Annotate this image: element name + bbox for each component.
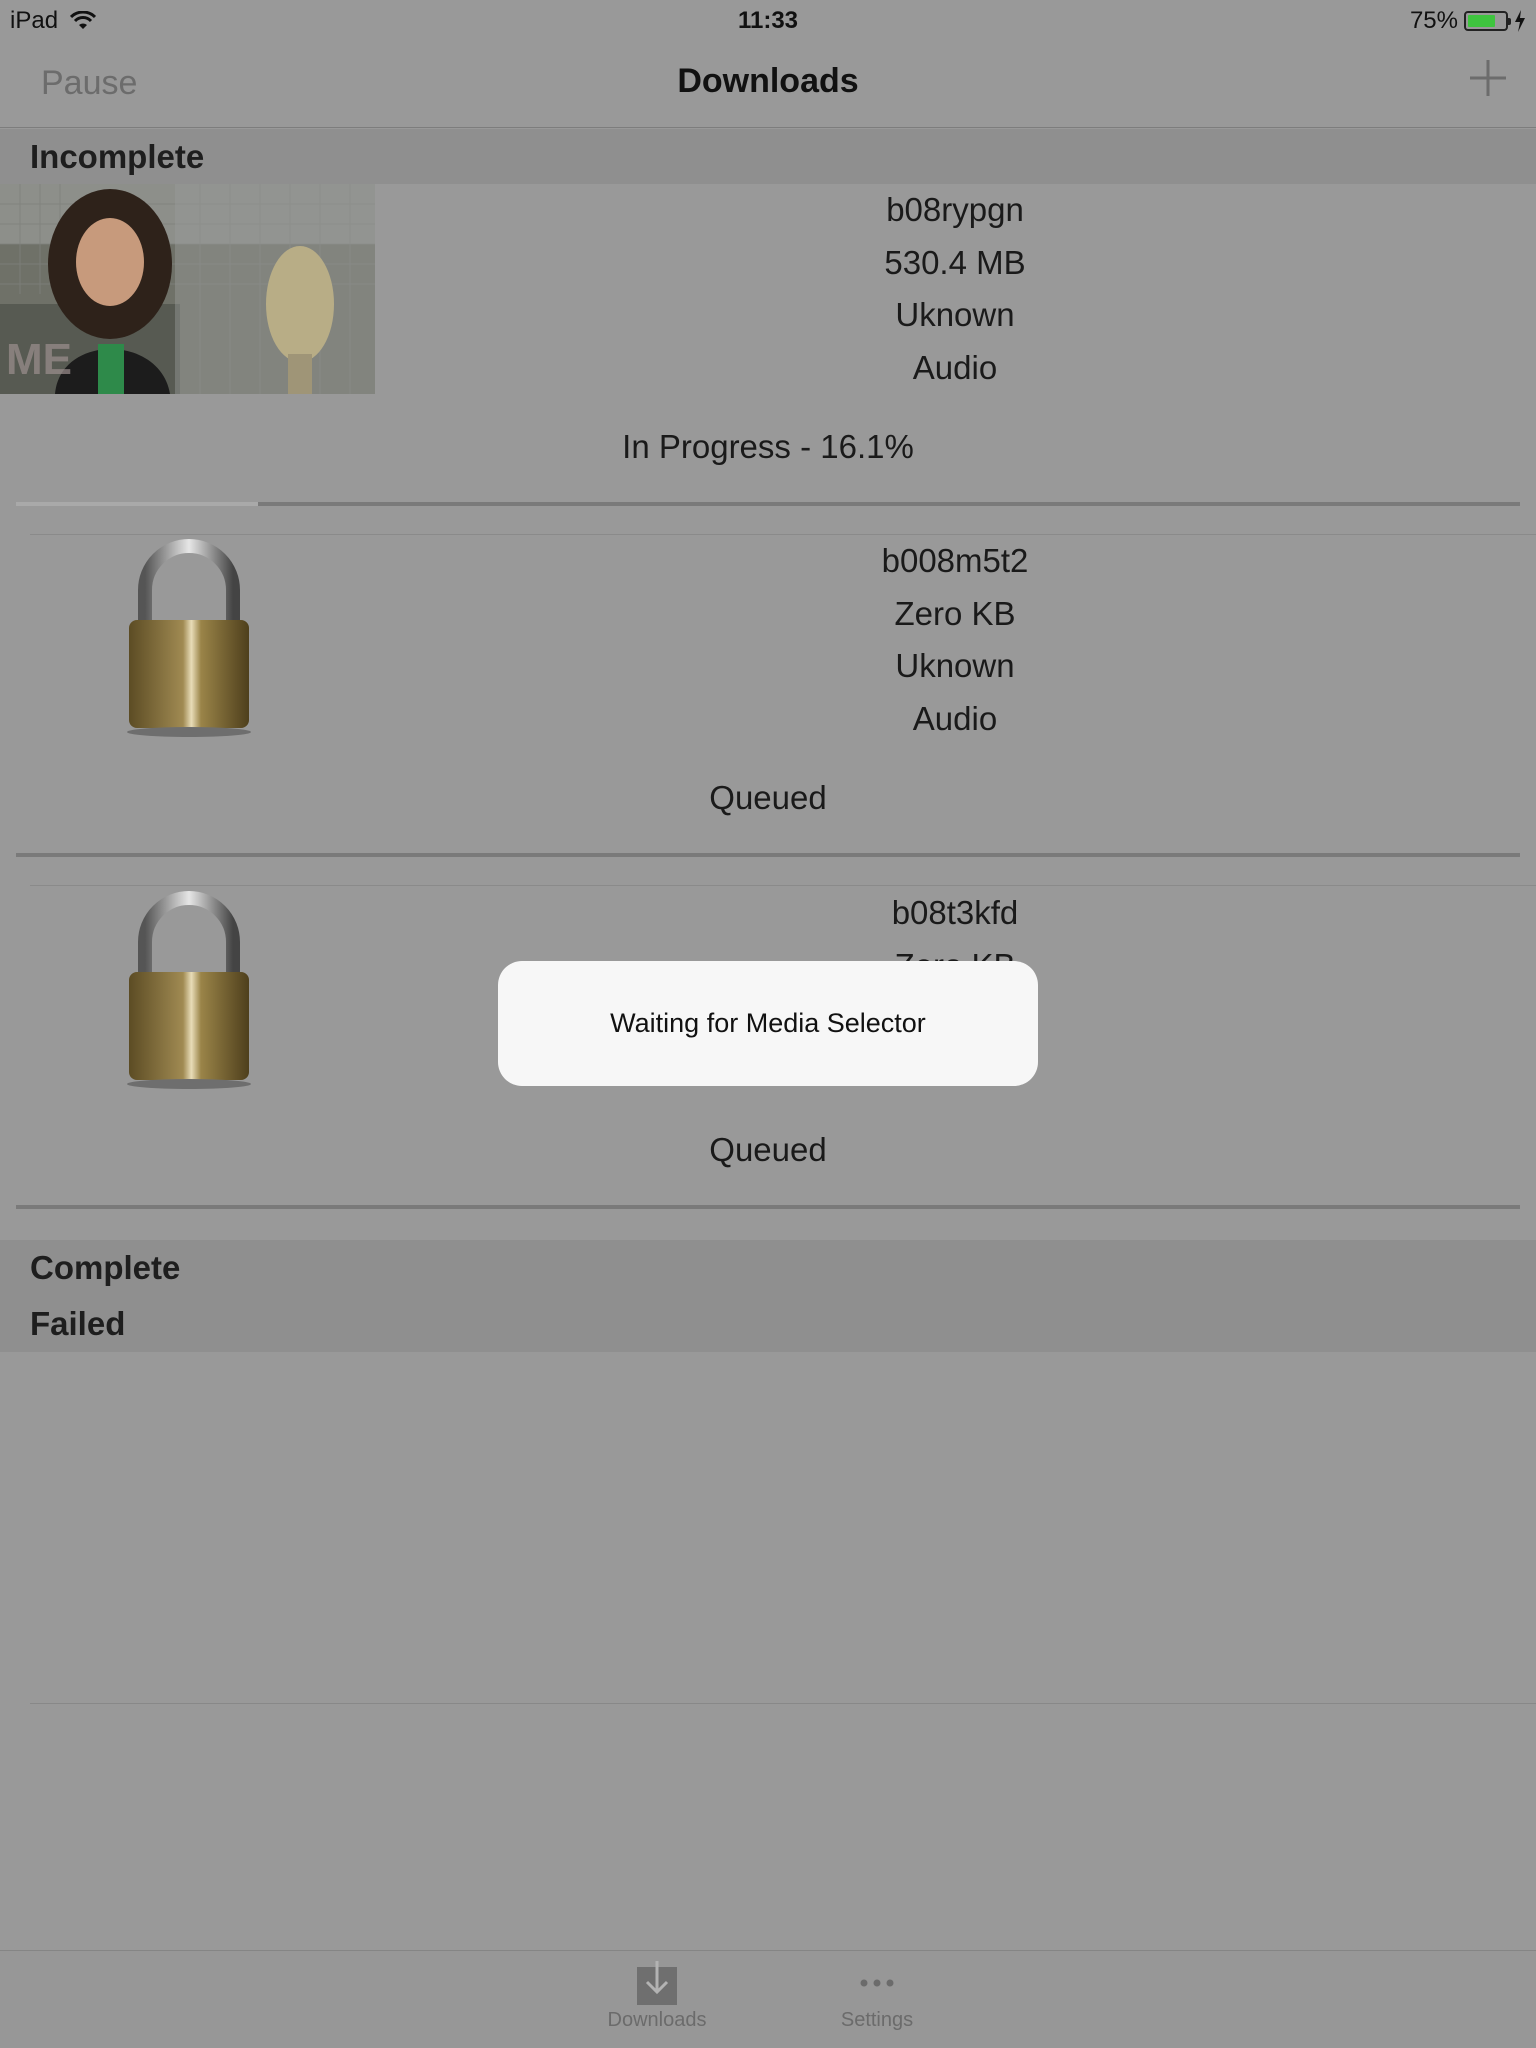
section-header-failed: Failed [0, 1296, 1536, 1352]
row-divider [30, 885, 1536, 886]
download-row[interactable]: b008m5t2 Zero KB Uknown Audio Queued [0, 535, 1536, 886]
download-row[interactable]: ME b08rypgn 530.4 MB Uknown Audio In Pro… [0, 184, 1536, 535]
plus-icon[interactable] [1468, 58, 1508, 98]
media-type: Audio [912, 348, 998, 386]
progress-bar [16, 853, 1520, 857]
tab-label: Downloads [607, 2009, 707, 2031]
episode-thumbnail: ME [0, 184, 375, 394]
padlock-icon [127, 891, 251, 1089]
progress-fill [16, 502, 259, 506]
section-header-incomplete: Incomplete [0, 129, 1536, 184]
charging-icon [1515, 10, 1525, 32]
padlock-icon [127, 539, 251, 737]
more-dots-icon [860, 1979, 894, 1987]
programme-id: b08rypgn [886, 191, 1024, 228]
programme-id: b08t3kfd [891, 894, 1019, 931]
tab-label: Settings [840, 2009, 914, 2031]
download-meta: b008m5t2 Zero KB Uknown Audio [755, 535, 1155, 745]
duration: Uknown [895, 296, 1015, 333]
battery-percent: 75% [1409, 7, 1458, 34]
media-type: Audio [912, 699, 998, 737]
tab-bar: Downloads Settings [0, 1950, 1536, 2048]
file-size: 530.4 MB [884, 243, 1026, 281]
page-title: Downloads [677, 62, 859, 100]
battery-icon [1464, 11, 1511, 31]
duration: Uknown [895, 647, 1015, 684]
file-size: Zero KB [894, 594, 1016, 632]
navigation-bar: Pause Downloads [0, 40, 1536, 128]
status-bar: iPad 11:33 75% [0, 0, 1536, 40]
download-arrow-icon [637, 1961, 677, 2005]
section-header-complete: Complete [0, 1240, 1536, 1296]
svg-text:ME: ME [6, 335, 72, 384]
programme-id: b008m5t2 [881, 542, 1029, 579]
download-status: Queued [709, 779, 827, 816]
tab-settings[interactable]: Settings [802, 1961, 952, 2032]
download-meta: b08rypgn 530.4 MB Uknown Audio [755, 184, 1155, 394]
download-status: Queued [709, 1131, 827, 1168]
hud-message: Waiting for Media Selector [610, 1008, 926, 1038]
progress-bar [16, 502, 1520, 506]
clock: 11:33 [737, 7, 799, 34]
progress-bar [16, 1205, 1520, 1209]
download-status: In Progress - 16.1% [622, 428, 914, 465]
loading-hud: Waiting for Media Selector [498, 961, 1038, 1086]
tab-downloads[interactable]: Downloads [582, 1961, 732, 2032]
table-footer-divider [30, 1703, 1536, 1704]
